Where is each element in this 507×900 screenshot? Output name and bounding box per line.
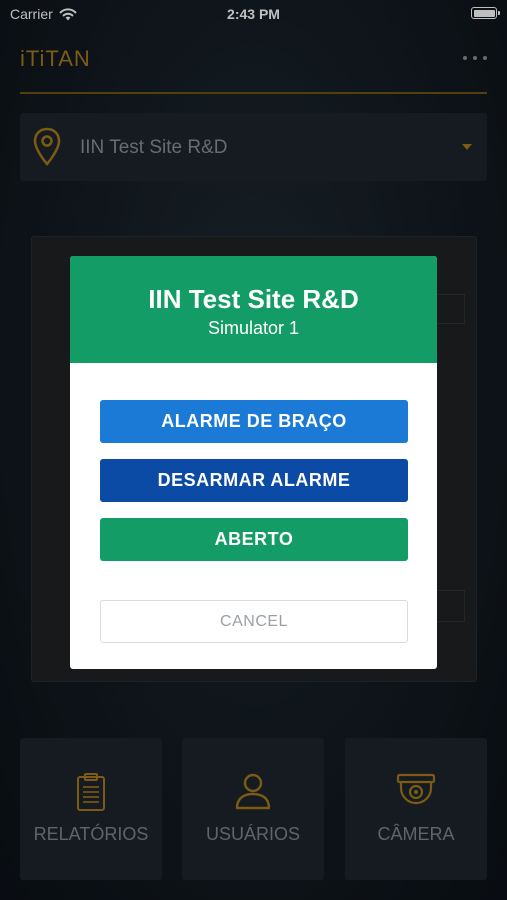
cancel-button[interactable]: CANCEL [100,600,408,643]
arm-alarm-button[interactable]: ALARME DE BRAÇO [100,400,408,443]
dialog-header: IIN Test Site R&D Simulator 1 [70,256,437,363]
alarm-action-dialog: IIN Test Site R&D Simulator 1 ALARME DE … [70,256,437,669]
dialog-title: IIN Test Site R&D [148,284,359,314]
dialog-subtitle: Simulator 1 [207,318,300,338]
disarm-alarm-button[interactable]: DESARMAR ALARME [100,459,408,502]
open-button[interactable]: ABERTO [100,518,408,561]
